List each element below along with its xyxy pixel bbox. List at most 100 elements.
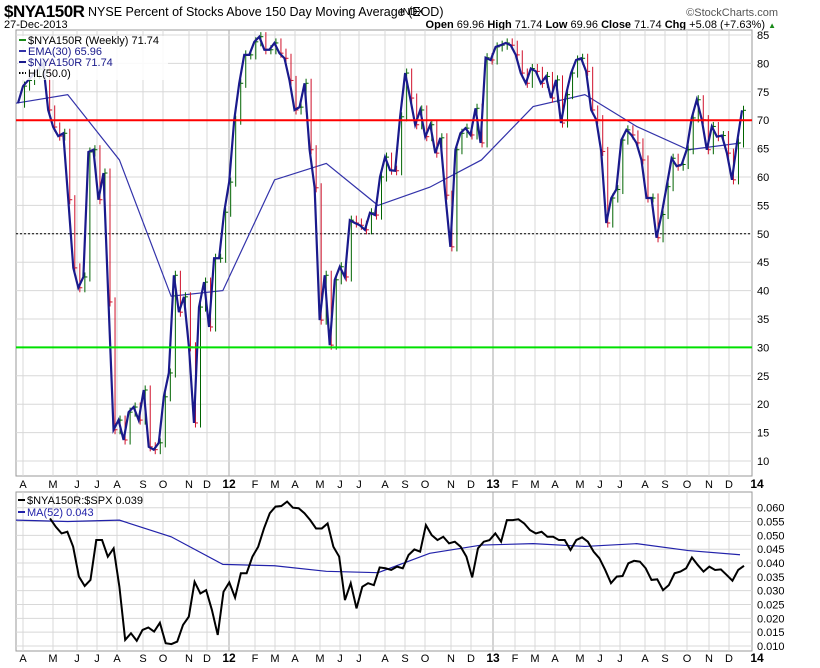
y-tick-label: 60 — [757, 172, 769, 184]
y-tick-label: 0.010 — [757, 641, 785, 653]
x-tick-label: J — [356, 479, 362, 491]
y-tick-label: 85 — [757, 30, 769, 42]
x-tick-label: O — [421, 479, 430, 491]
x-tick-label: A — [291, 479, 299, 491]
x-tick-label: N — [705, 653, 713, 665]
main-panel — [15, 29, 753, 477]
x-tick-label: J — [597, 653, 603, 665]
legend-entry: HL(50.0) — [28, 68, 71, 80]
x-tick-label: N — [447, 479, 455, 491]
x-tick-label: A — [551, 479, 559, 491]
x-tick-label: J — [74, 479, 80, 491]
x-tick-label: 12 — [222, 651, 236, 665]
x-tick-label: J — [617, 653, 623, 665]
x-tick-label: J — [617, 479, 623, 491]
x-tick-label: S — [139, 653, 146, 665]
lower-panel — [15, 491, 753, 652]
y-tick-label: 0.050 — [757, 530, 785, 542]
y-tick-label: 0.025 — [757, 600, 785, 612]
x-tick-label: M — [530, 479, 539, 491]
x-tick-label: A — [113, 653, 121, 665]
x-tick-label: 13 — [486, 651, 500, 665]
x-tick-label: J — [597, 479, 603, 491]
x-tick-label: O — [683, 479, 692, 491]
x-tick-label: A — [19, 479, 27, 491]
y-tick-label: 15 — [757, 428, 769, 440]
x-tick-label: S — [139, 479, 146, 491]
y-tick-label: 0.035 — [757, 572, 785, 584]
x-tick-label: D — [203, 479, 211, 491]
x-tick-label: J — [356, 653, 362, 665]
y-tick-label: 10 — [757, 456, 769, 468]
x-tick-label: O — [159, 479, 168, 491]
x-tick-label: 14 — [750, 651, 764, 665]
x-tick-label: D — [467, 479, 475, 491]
chart-svg: AAMMJJJJAASSOONNDD1212FFMMAAMMJJJJAASSOO… — [15, 29, 785, 665]
x-tick-label: N — [185, 653, 193, 665]
x-tick-label: M — [530, 653, 539, 665]
x-tick-label: A — [381, 479, 389, 491]
x-tick-label: N — [705, 479, 713, 491]
x-tick-label: O — [159, 653, 168, 665]
x-tick-label: A — [641, 653, 649, 665]
y-tick-label: 35 — [757, 314, 769, 326]
x-tick-label: D — [467, 653, 475, 665]
x-tick-label: 12 — [222, 477, 236, 491]
x-tick-label: N — [447, 653, 455, 665]
x-tick-label: F — [512, 479, 519, 491]
y-tick-label: 65 — [757, 144, 769, 156]
y-tick-label: 0.060 — [757, 503, 785, 515]
y-tick-label: 0.030 — [757, 586, 785, 598]
y-tick-label: 70 — [757, 115, 769, 127]
x-tick-label: M — [575, 479, 584, 491]
y-tick-label: 30 — [757, 342, 769, 354]
x-tick-label: A — [641, 479, 649, 491]
x-tick-label: D — [725, 479, 733, 491]
x-tick-label: 13 — [486, 477, 500, 491]
x-tick-label: F — [512, 653, 519, 665]
x-tick-label: A — [113, 479, 121, 491]
y-tick-label: 40 — [757, 286, 769, 298]
x-tick-label: M — [575, 653, 584, 665]
x-tick-label: M — [315, 653, 324, 665]
y-tick-label: 25 — [757, 371, 769, 383]
x-tick-label: F — [252, 653, 259, 665]
x-tick-label: M — [270, 479, 279, 491]
y-tick-label: 50 — [757, 229, 769, 241]
x-tick-label: S — [661, 653, 668, 665]
x-tick-label: O — [421, 653, 430, 665]
x-tick-label: A — [19, 653, 27, 665]
y-tick-label: 75 — [757, 87, 769, 99]
y-tick-label: 0.015 — [757, 627, 785, 639]
x-tick-label: J — [337, 653, 343, 665]
x-tick-label: J — [94, 653, 100, 665]
legend-entry: MA(52) 0.043 — [27, 507, 94, 519]
y-tick-label: 55 — [757, 200, 769, 212]
x-tick-label: J — [337, 479, 343, 491]
y-tick-label: 0.040 — [757, 558, 785, 570]
x-tick-label: F — [252, 479, 259, 491]
y-tick-label: 20 — [757, 399, 769, 411]
x-tick-label: A — [291, 653, 299, 665]
x-tick-label: J — [94, 479, 100, 491]
x-tick-label: M — [48, 479, 57, 491]
x-tick-label: D — [725, 653, 733, 665]
x-tick-label: N — [185, 479, 193, 491]
x-tick-label: M — [48, 653, 57, 665]
y-tick-label: 45 — [757, 257, 769, 269]
legend-entry: $NYA150R:$SPX 0.039 — [27, 495, 143, 507]
x-tick-label: S — [401, 653, 408, 665]
x-tick-label: A — [551, 653, 559, 665]
y-tick-label: 0.020 — [757, 613, 785, 625]
y-tick-label: 0.055 — [757, 517, 785, 529]
x-tick-label: S — [661, 479, 668, 491]
x-tick-label: A — [381, 653, 389, 665]
x-tick-label: O — [683, 653, 692, 665]
x-tick-label: S — [401, 479, 408, 491]
x-tick-label: 14 — [750, 477, 764, 491]
y-tick-label: 80 — [757, 58, 769, 70]
x-tick-label: J — [74, 653, 80, 665]
x-tick-label: M — [315, 479, 324, 491]
x-tick-label: D — [203, 653, 211, 665]
x-tick-label: M — [270, 653, 279, 665]
